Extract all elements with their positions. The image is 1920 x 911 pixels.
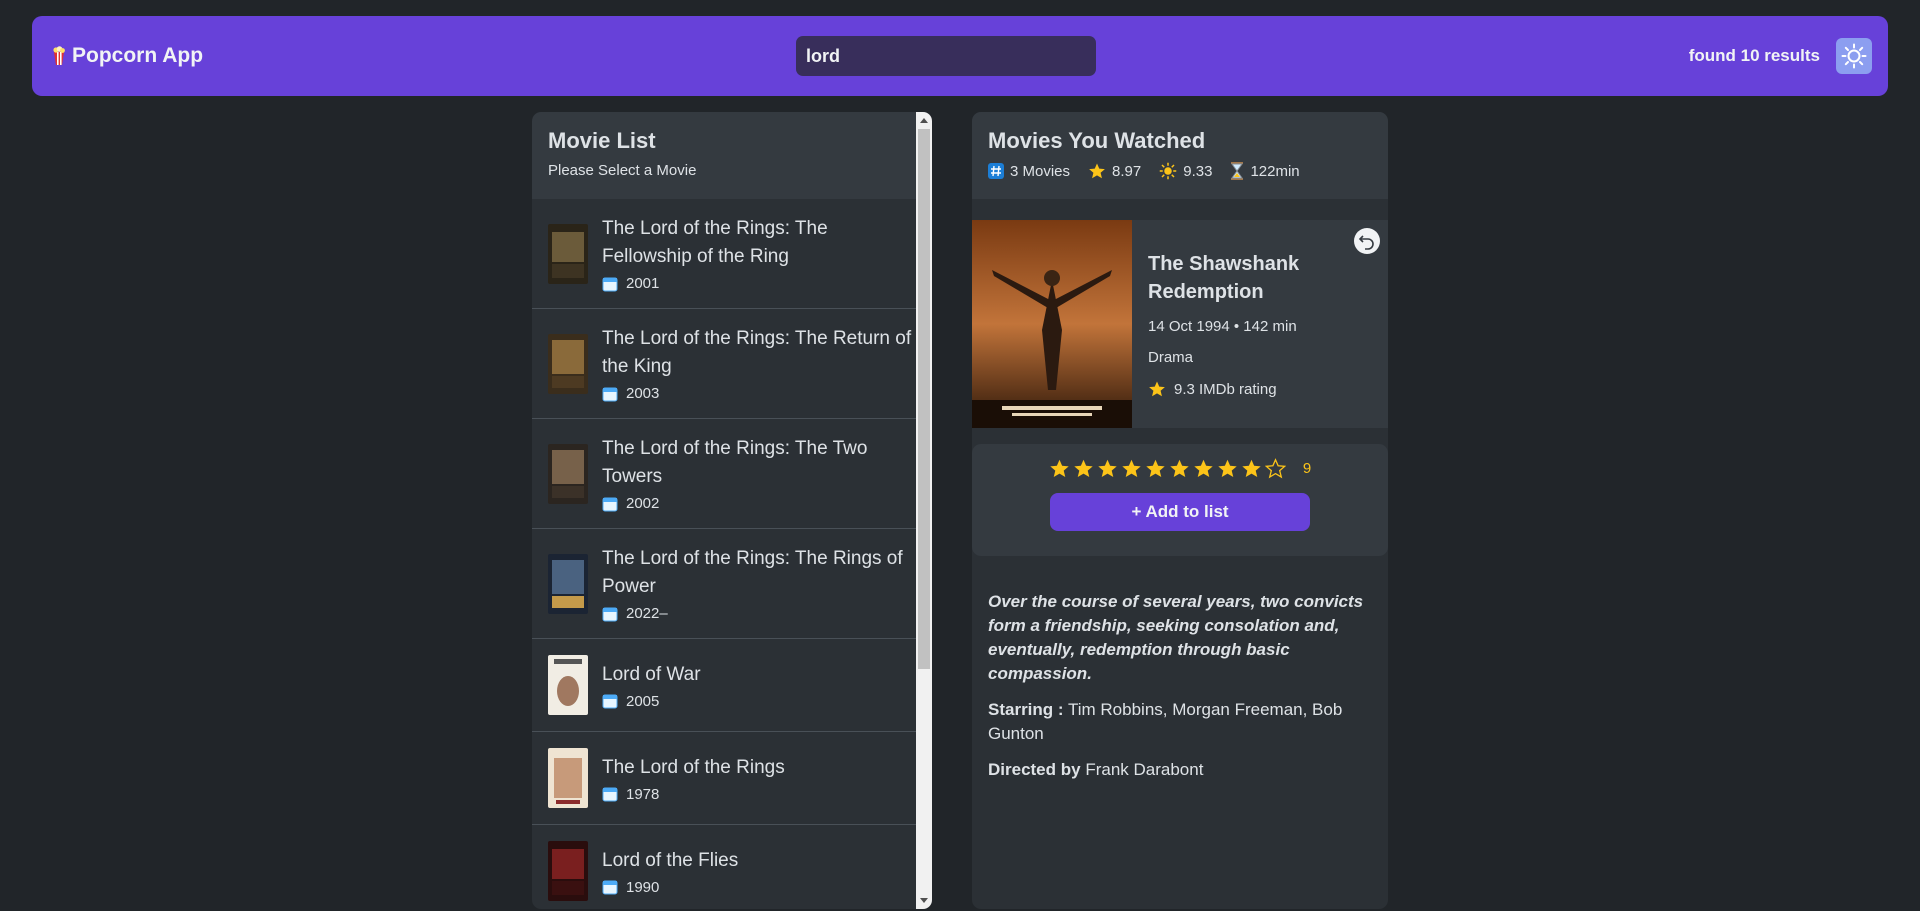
add-to-list-button[interactable]: + Add to list <box>1050 493 1310 531</box>
movie-year: 2002 <box>626 495 660 512</box>
list-item[interactable]: The Lord of the Rings: The Rings of Powe… <box>532 529 932 639</box>
list-item[interactable]: The Lord of the Rings: The Return of the… <box>532 309 932 419</box>
navbar: Popcorn App found 10 results <box>32 16 1888 96</box>
movie-poster <box>548 333 588 394</box>
scroll-up-arrow-icon[interactable] <box>920 118 928 123</box>
star-icon[interactable] <box>1241 458 1262 479</box>
star-icon[interactable] <box>1121 458 1142 479</box>
directed-label: Directed by <box>988 760 1081 779</box>
star-icon[interactable] <box>1217 458 1238 479</box>
movie-title: The Lord of the Rings <box>602 756 785 778</box>
movie-detail-title: The Shawshank Redemption <box>1148 253 1300 303</box>
movie-poster <box>548 655 588 715</box>
star-icon[interactable] <box>1193 458 1214 479</box>
hash-icon <box>988 163 1004 179</box>
popcorn-icon <box>53 46 65 65</box>
movie-detail-poster <box>972 220 1132 428</box>
list-item[interactable]: The Lord of the Rings: The Fellowship of… <box>532 199 932 309</box>
star-icon[interactable] <box>1169 458 1190 479</box>
movie-list-subtitle: Please Select a Movie <box>548 162 697 179</box>
results-count: found 10 results <box>1688 46 1820 65</box>
search-input[interactable] <box>796 36 1096 76</box>
movie-poster <box>548 841 588 901</box>
star-rating[interactable]: 9 <box>1049 458 1311 479</box>
movie-starring: Starring : Tim Robbins, Morgan Freeman, … <box>988 698 1378 746</box>
watched-count: 3 Movies <box>1010 162 1071 180</box>
list-item[interactable]: Lord of War 2005 <box>532 639 932 732</box>
star-icon <box>1089 163 1105 179</box>
movie-poster <box>548 223 588 284</box>
details-panel: Movies You Watched 3 Movies 8.97 9.33 12… <box>972 112 1388 909</box>
movie-poster <box>548 443 588 504</box>
movie-list-panel: Movie List Please Select a Movie The Lor… <box>532 112 932 909</box>
movie-plot: Over the course of several years, two co… <box>988 592 1364 683</box>
app-logo: Popcorn App <box>52 44 592 68</box>
movie-title: The Lord of the Rings: The Fellowship of… <box>602 218 828 267</box>
star-icon[interactable] <box>1145 458 1166 479</box>
calendar-icon <box>602 277 618 291</box>
movie-year: 1978 <box>626 785 660 803</box>
movie-title: Lord of the Flies <box>602 849 739 871</box>
movie-details: The Shawshank Redemption 14 Oct 1994 • 1… <box>972 220 1388 428</box>
watched-runtime: 122min <box>1250 162 1300 180</box>
movie-poster <box>548 553 588 614</box>
movie-year: 2005 <box>626 692 660 710</box>
star-icon[interactable] <box>1073 458 1094 479</box>
back-arrow-icon <box>1358 235 1374 250</box>
theme-toggle-button[interactable] <box>1836 38 1872 74</box>
calendar-icon <box>602 387 618 401</box>
sparkle-icon <box>1159 162 1177 180</box>
watched-imdb-avg: 8.97 <box>1112 162 1142 180</box>
list-item[interactable]: Lord of the Flies 1990 <box>532 825 932 909</box>
calendar-icon <box>602 497 618 511</box>
movie-genre: Drama <box>1148 349 1194 366</box>
movie-poster <box>548 748 588 808</box>
calendar-icon <box>602 607 618 621</box>
star-icon[interactable] <box>1097 458 1118 479</box>
list-item[interactable]: The Lord of the Rings: The Two Towers 20… <box>532 419 932 529</box>
director-name: Frank Darabont <box>1085 760 1204 779</box>
watched-user-avg: 9.33 <box>1183 162 1213 180</box>
movie-title: The Lord of the Rings: The Rings of Powe… <box>602 548 903 597</box>
movie-title: The Lord of the Rings: The Return of the… <box>602 328 912 377</box>
scrollbar-thumb[interactable] <box>918 129 930 669</box>
list-item[interactable]: The Lord of the Rings 1978 <box>532 732 932 825</box>
starring-label: Starring : <box>988 700 1064 719</box>
movie-year: 2003 <box>626 385 660 402</box>
star-icon[interactable] <box>1264 458 1286 479</box>
calendar-icon <box>602 880 618 895</box>
rating-box: 9 + Add to list <box>972 444 1388 556</box>
scroll-down-arrow-icon[interactable] <box>920 898 928 903</box>
imdb-rating: 9.3 IMDb rating <box>1174 380 1277 398</box>
back-button[interactable] <box>1354 228 1380 254</box>
movie-list-header: Movie List Please Select a Movie <box>532 112 932 199</box>
movie-title: The Lord of the Rings: The Two Towers <box>602 438 868 487</box>
calendar-icon <box>602 787 618 802</box>
movie-year: 1990 <box>626 878 660 896</box>
scrollbar[interactable] <box>916 112 932 909</box>
user-rating-value: 9 <box>1302 460 1312 477</box>
movie-release-runtime: 14 Oct 1994 • 142 min <box>1148 318 1297 335</box>
movie-list: The Lord of the Rings: The Fellowship of… <box>532 199 932 909</box>
hourglass-icon <box>1231 162 1244 180</box>
movie-director: Directed by Frank Darabont <box>988 758 1378 782</box>
star-icon <box>1149 381 1165 397</box>
star-icon[interactable] <box>1049 458 1070 479</box>
movie-list-title: Movie List <box>548 128 656 153</box>
movie-overview: Over the course of several years, two co… <box>988 590 1378 794</box>
sun-icon <box>1841 43 1867 69</box>
calendar-icon <box>602 694 618 709</box>
movie-title: Lord of War <box>602 663 701 685</box>
watched-title: Movies You Watched <box>988 128 1206 153</box>
app-title: Popcorn App <box>72 44 204 67</box>
movie-year: 2022– <box>626 605 668 622</box>
watched-summary: Movies You Watched 3 Movies 8.97 9.33 12… <box>972 112 1388 199</box>
movie-year: 2001 <box>626 275 660 292</box>
